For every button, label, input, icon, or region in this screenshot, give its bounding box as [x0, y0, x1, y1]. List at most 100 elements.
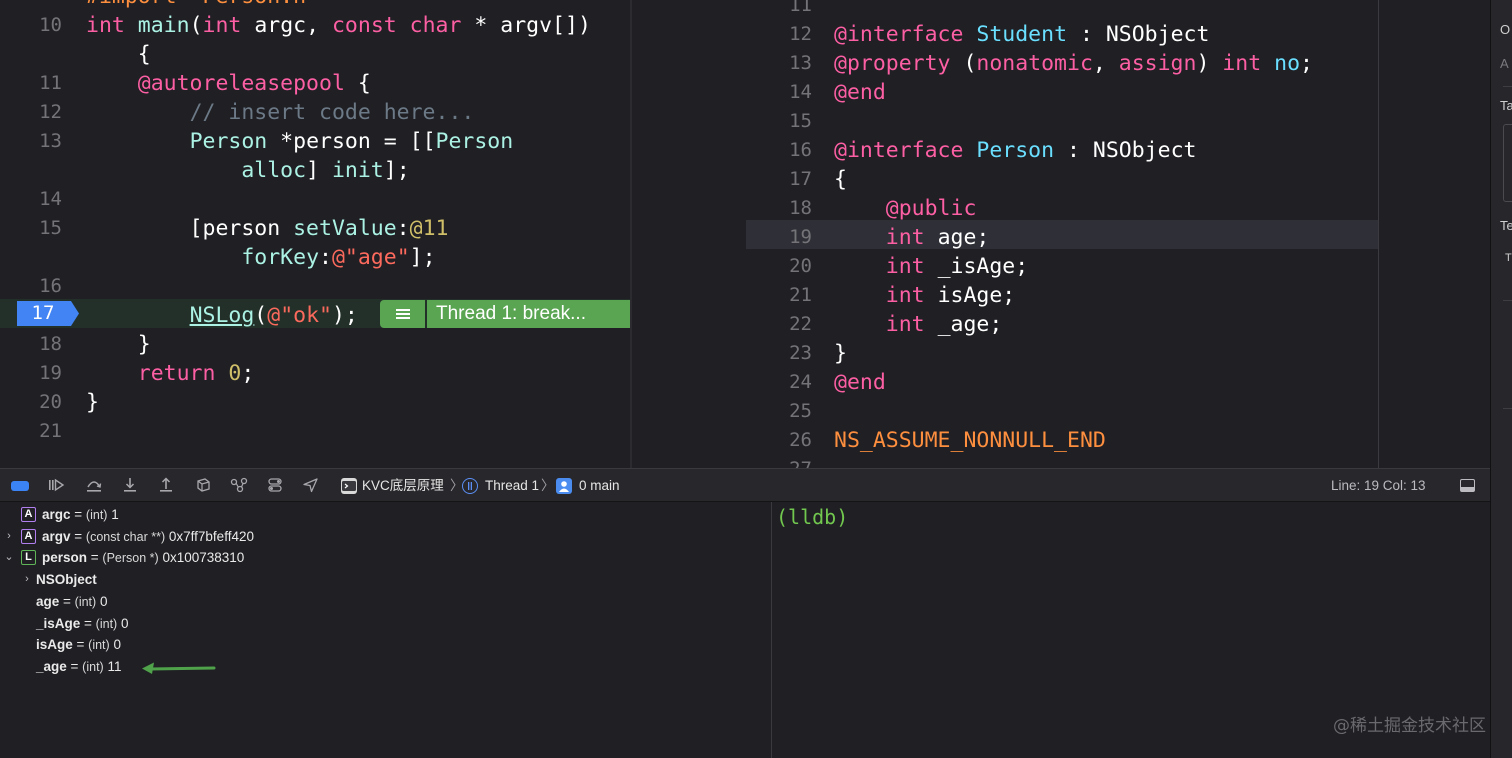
code-line[interactable]: 14 @end — [632, 78, 1490, 107]
code-line[interactable]: 15 [person setValue:@11 — [0, 214, 630, 243]
chevron-right-icon[interactable]: › — [22, 569, 32, 590]
simulate-location-icon[interactable] — [302, 477, 320, 493]
code-line[interactable]: 22 int _age; — [632, 310, 1490, 339]
line-number[interactable]: 22 — [632, 310, 812, 339]
code-text[interactable]: #import "Person.h" — [86, 0, 319, 11]
hide-debug-area-icon[interactable] — [1460, 479, 1475, 492]
variable-row[interactable]: › Aargv = (const char **) 0x7ff7bfeff420 — [0, 526, 770, 547]
line-number[interactable]: 21 — [632, 281, 812, 310]
code-text[interactable]: @end — [834, 78, 886, 107]
breakpoint-indicator[interactable]: 17 — [17, 301, 79, 326]
variable-row[interactable]: Aargc = (int) 1 — [0, 504, 770, 525]
breadcrumb-project[interactable]: KVC底层原理 — [362, 477, 444, 494]
code-line[interactable]: 27 — [632, 455, 1490, 468]
breadcrumb-thread[interactable]: Thread 1 — [485, 477, 539, 494]
line-number[interactable]: 17 — [632, 165, 812, 194]
line-number[interactable]: 18 — [632, 194, 812, 223]
code-text[interactable]: @autoreleasepool { — [86, 69, 371, 98]
variable-row[interactable]: ⌄ Lperson = (Person *) 0x100738310 — [0, 547, 770, 568]
line-number[interactable]: 16 — [0, 272, 62, 301]
code-text[interactable]: NSLog(@"ok"); — [86, 301, 358, 330]
code-line[interactable]: 16 @interface Person : NSObject — [632, 136, 1490, 165]
code-text[interactable]: [person setValue:@11 — [86, 214, 449, 243]
code-text[interactable]: Person *person = [[Person — [86, 127, 514, 156]
line-number[interactable]: 11 — [632, 0, 812, 20]
code-text[interactable]: int _age; — [834, 310, 1003, 339]
step-out-icon[interactable] — [157, 477, 175, 493]
code-text[interactable]: forKey:@"age"]; — [86, 243, 435, 272]
code-text[interactable]: // insert code here... — [86, 98, 475, 127]
line-number[interactable]: 12 — [632, 20, 812, 49]
code-line[interactable]: 21 int isAge; — [632, 281, 1490, 310]
breadcrumb-frame[interactable]: 0 main — [579, 477, 620, 494]
line-number[interactable]: 27 — [632, 455, 812, 468]
continue-icon[interactable] — [47, 477, 65, 493]
code-line[interactable]: 10 int main(int argc, const char * argv[]… — [0, 11, 630, 40]
code-text[interactable]: { — [86, 40, 151, 69]
inspector-panel[interactable]: O A Ta Te T — [1490, 0, 1512, 758]
line-number[interactable]: 25 — [632, 397, 812, 426]
line-number[interactable]: 13 — [632, 49, 812, 78]
code-text[interactable]: return 0; — [86, 359, 255, 388]
thread-badge-menu-icon[interactable] — [380, 300, 425, 328]
line-number[interactable]: 21 — [0, 417, 62, 446]
line-number[interactable]: 19 — [0, 359, 62, 388]
code-line[interactable]: 23} — [632, 339, 1490, 368]
line-number[interactable]: 15 — [0, 214, 62, 243]
code-line[interactable]: 16 — [0, 272, 630, 301]
code-line[interactable]: 19 int age; — [632, 223, 1490, 252]
line-number[interactable]: 13 — [0, 127, 62, 156]
code-text[interactable]: @public — [834, 194, 977, 223]
line-number[interactable] — [0, 156, 62, 185]
view-hierarchy-icon[interactable] — [194, 477, 212, 493]
line-number[interactable]: 15 — [632, 107, 812, 136]
step-into-icon[interactable] — [121, 477, 139, 493]
line-number[interactable]: 23 — [632, 339, 812, 368]
code-line[interactable]: 24 @end — [632, 368, 1490, 397]
line-number[interactable]: 10 — [0, 11, 62, 40]
code-line[interactable]: 19 return 0; — [0, 359, 630, 388]
code-text[interactable]: } — [86, 330, 151, 359]
code-line[interactable]: 15 — [632, 107, 1490, 136]
editor-left-main-m[interactable]: #import "Person.h"10int main(int argc, c… — [0, 0, 630, 468]
step-over-icon[interactable] — [85, 477, 103, 493]
chevron-right-icon[interactable]: › — [4, 526, 14, 547]
line-number[interactable]: 26 — [632, 426, 812, 455]
code-line[interactable]: 21 — [0, 417, 630, 446]
code-line[interactable]: forKey:@"age"]; — [0, 243, 630, 272]
line-number[interactable] — [0, 40, 62, 69]
code-line[interactable]: 12 // insert code here... — [0, 98, 630, 127]
code-line[interactable]: 13 @property (nonatomic, assign) int no; — [632, 49, 1490, 78]
inspector-field[interactable] — [1503, 124, 1512, 202]
editor-right-person-h[interactable]: 11 12 @interface Student : NSObject 13 @prop… — [632, 0, 1490, 468]
code-line[interactable]: 20 int _isAge; — [632, 252, 1490, 281]
line-number[interactable]: 24 — [632, 368, 812, 397]
memory-graph-icon[interactable] — [230, 477, 248, 493]
thread-badge[interactable]: Thread 1: break... — [427, 300, 630, 328]
variable-row[interactable]: age = (int) 0 — [0, 591, 770, 612]
code-text[interactable]: } — [834, 339, 847, 368]
code-text[interactable]: int _isAge; — [834, 252, 1028, 281]
line-number[interactable]: 14 — [0, 185, 62, 214]
variable-row[interactable]: _age = (int) 11 — [0, 656, 770, 677]
variables-view[interactable]: Aargc = (int) 1 › Aargv = (const char **) … — [0, 502, 771, 758]
code-text[interactable]: @property (nonatomic, assign) int no; — [834, 49, 1313, 78]
code-text[interactable]: @interface Person : NSObject — [834, 136, 1196, 165]
code-line[interactable]: 13 Person *person = [[Person — [0, 127, 630, 156]
code-line[interactable]: 11 — [632, 0, 1490, 20]
lldb-console[interactable]: (lldb) @稀土掘金技术社区 — [772, 502, 1490, 758]
line-number[interactable]: 12 — [0, 98, 62, 127]
line-number[interactable]: 16 — [632, 136, 812, 165]
code-line[interactable]: #import "Person.h" — [0, 0, 630, 11]
code-text[interactable]: alloc] init]; — [86, 156, 409, 185]
variable-row[interactable]: › NSObject — [0, 569, 770, 590]
code-line[interactable]: { — [0, 40, 630, 69]
line-number[interactable]: 14 — [632, 78, 812, 107]
code-line[interactable]: 12 @interface Student : NSObject — [632, 20, 1490, 49]
breakpoints-toggle-icon[interactable] — [11, 481, 29, 491]
code-line[interactable]: 18 } — [0, 330, 630, 359]
line-number[interactable]: 11 — [0, 69, 62, 98]
code-text[interactable]: { — [834, 165, 847, 194]
code-line[interactable]: 17 { — [632, 165, 1490, 194]
code-line[interactable]: 20} — [0, 388, 630, 417]
